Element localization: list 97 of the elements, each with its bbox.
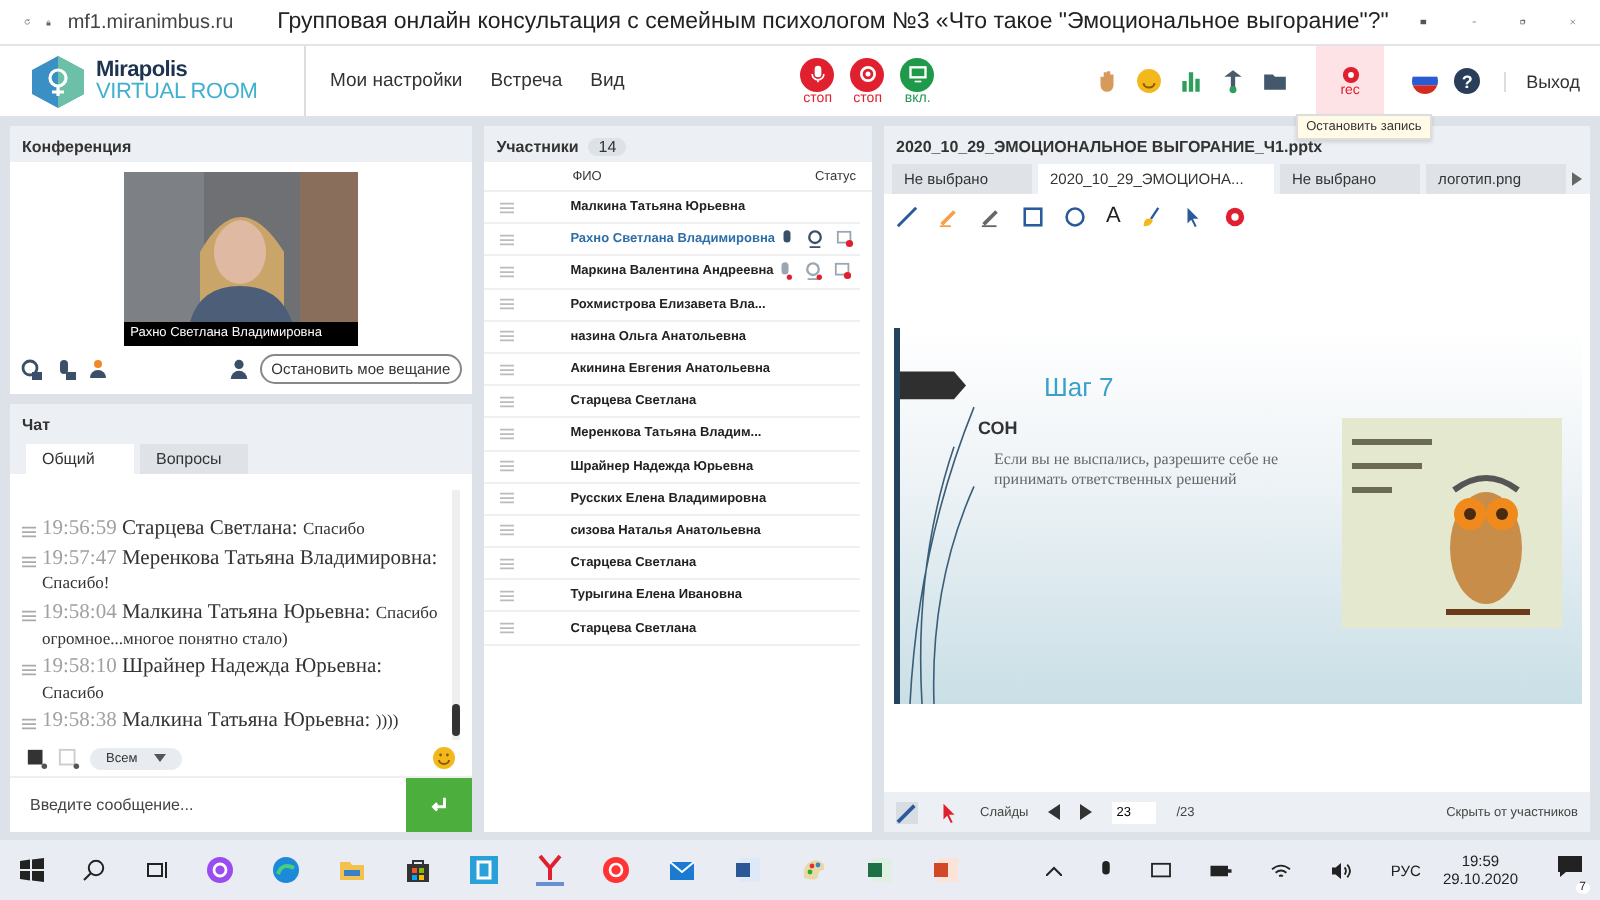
file-explorer-icon[interactable] bbox=[338, 856, 366, 884]
speech-bubble-icon bbox=[1556, 854, 1584, 878]
microphone-icon bbox=[807, 64, 828, 84]
wifi-icon[interactable] bbox=[1270, 861, 1293, 879]
speaker-icon[interactable] bbox=[1330, 861, 1353, 879]
help-button[interactable]: ? bbox=[1454, 68, 1481, 94]
store-bag-icon[interactable] bbox=[404, 856, 432, 884]
next-icon[interactable] bbox=[1080, 804, 1093, 820]
paint-palette-icon[interactable] bbox=[800, 856, 828, 884]
user-settings-icon[interactable] bbox=[88, 357, 112, 381]
text-color-icon[interactable] bbox=[26, 747, 48, 769]
caret-icon[interactable] bbox=[1046, 865, 1063, 875]
webcam-icon bbox=[857, 64, 878, 84]
emoji-icon[interactable] bbox=[1136, 68, 1163, 94]
pen-icon[interactable] bbox=[896, 801, 918, 823]
drag-handle-icon[interactable] bbox=[500, 427, 515, 440]
count-badge: 14 bbox=[588, 137, 627, 155]
scroll-right-icon[interactable] bbox=[1572, 172, 1582, 186]
chat-message: 19:58:10 Шрайнер Надежда Юрьевна: Спасибо bbox=[42, 656, 385, 706]
cursor-icon[interactable] bbox=[938, 801, 960, 823]
chat-message: 19:56:59 Старцева Светлана: Спасибо bbox=[42, 518, 365, 544]
monitor-icon[interactable] bbox=[1150, 861, 1173, 879]
logo-icon bbox=[28, 53, 88, 109]
chat-message: 19:57:47 Меренкова Татьяна Владимировна: Спасибо! bbox=[42, 547, 440, 597]
pen-icon[interactable] bbox=[896, 206, 918, 228]
logo-title: Mirapolis bbox=[96, 59, 190, 81]
marker-icon[interactable] bbox=[938, 206, 960, 228]
tile-app-icon[interactable] bbox=[470, 856, 498, 884]
drag-handle-icon[interactable] bbox=[500, 395, 515, 408]
menu-item[interactable]: Вид bbox=[590, 70, 625, 92]
mail-icon[interactable] bbox=[668, 856, 696, 884]
round-app-icon[interactable] bbox=[602, 856, 630, 884]
slide-text: Если вы не выспались, разрешите себе не принимать ответственных решений bbox=[994, 450, 1281, 490]
drag-handle-icon[interactable] bbox=[500, 460, 515, 473]
search-icon[interactable] bbox=[82, 858, 106, 882]
menu-item[interactable]: Мои настройки bbox=[330, 70, 463, 92]
record-icon bbox=[1341, 65, 1360, 83]
powerpoint-slide-icon[interactable] bbox=[932, 856, 960, 884]
slide-heading: Шаг 7 bbox=[1044, 372, 1116, 402]
brush-icon[interactable] bbox=[1140, 206, 1163, 228]
drag-handle-icon[interactable] bbox=[500, 524, 515, 537]
drag-handle-icon[interactable] bbox=[500, 589, 515, 602]
logo-subtitle: VIRTUAL ROOM bbox=[96, 81, 258, 103]
word-document-icon[interactable] bbox=[734, 856, 762, 884]
chat-message: 19:58:38 Малкина Татьяна Юрьевна: )))) bbox=[42, 710, 399, 736]
drag-handle-icon[interactable] bbox=[500, 201, 515, 214]
background-color-icon[interactable] bbox=[58, 747, 80, 769]
microphone-icon[interactable] bbox=[1100, 860, 1113, 880]
microphone-settings-icon[interactable] bbox=[54, 357, 78, 381]
task-view-icon[interactable] bbox=[144, 858, 168, 882]
previous-icon[interactable] bbox=[1048, 804, 1061, 820]
chat-tab[interactable]: Вопросы bbox=[140, 444, 248, 474]
clear-icon[interactable] bbox=[1224, 206, 1247, 228]
screen-icon bbox=[833, 262, 852, 281]
menu-item[interactable]: Встреча bbox=[490, 70, 563, 92]
chat-message: 19:58:04 Малкина Татьяна Юрьевна: Спасибо огромное...многое понятно стало) bbox=[42, 602, 440, 652]
windows-start-icon[interactable] bbox=[20, 858, 44, 882]
url-text[interactable]: mf1.miranimbus.ru bbox=[67, 11, 234, 33]
drag-handle-icon[interactable] bbox=[500, 265, 515, 278]
circle-icon[interactable] bbox=[1064, 206, 1086, 228]
rectangle-icon[interactable] bbox=[1022, 206, 1044, 228]
chat-tab[interactable]: Общий bbox=[26, 444, 134, 474]
drag-handle-icon[interactable] bbox=[500, 622, 515, 635]
scrollbar[interactable] bbox=[452, 490, 461, 740]
caret-icon bbox=[153, 754, 166, 762]
slide-bullet: СОН bbox=[978, 418, 1020, 438]
microphone-button[interactable] bbox=[800, 57, 835, 91]
assistant-icon[interactable] bbox=[206, 856, 234, 884]
drag-handle-icon[interactable] bbox=[500, 233, 515, 246]
monitor-icon bbox=[907, 64, 928, 84]
drag-handle-icon[interactable] bbox=[500, 492, 515, 505]
exit-button[interactable]: Выход bbox=[1504, 71, 1580, 91]
network-icon[interactable] bbox=[1220, 68, 1247, 94]
screen-icon bbox=[835, 230, 854, 249]
emoji-icon[interactable] bbox=[432, 746, 457, 770]
drag-handle-icon[interactable] bbox=[500, 330, 515, 343]
battery-icon[interactable] bbox=[1210, 863, 1233, 877]
fork-shape-icon[interactable] bbox=[536, 854, 564, 886]
excel-sheet-icon[interactable] bbox=[866, 856, 894, 884]
drag-handle-icon[interactable] bbox=[500, 363, 515, 376]
panel-title: Конференция bbox=[10, 126, 473, 162]
person-icon bbox=[227, 358, 250, 380]
enter-icon bbox=[428, 794, 451, 816]
panel-title: Участники bbox=[496, 137, 579, 155]
drag-handle-icon[interactable] bbox=[500, 557, 515, 570]
webcam-icon bbox=[805, 230, 824, 249]
webcam-icon bbox=[803, 262, 822, 281]
edge-browser-icon[interactable] bbox=[272, 856, 300, 884]
panel-title: Чат bbox=[10, 404, 473, 440]
webcam-settings-icon[interactable] bbox=[20, 357, 44, 381]
page-title: Групповая онлайн консультация с семейным психологом №3 «Что такое "Эмоциональное выгорание"?" bbox=[277, 10, 1389, 34]
screen-share-button[interactable] bbox=[900, 57, 935, 91]
drag-handle-icon[interactable] bbox=[500, 298, 515, 311]
pencil-icon[interactable] bbox=[980, 206, 1002, 228]
bar-chart-icon[interactable] bbox=[1178, 68, 1205, 94]
text-tool[interactable]: A bbox=[1106, 206, 1121, 228]
camera-button[interactable] bbox=[850, 57, 885, 91]
